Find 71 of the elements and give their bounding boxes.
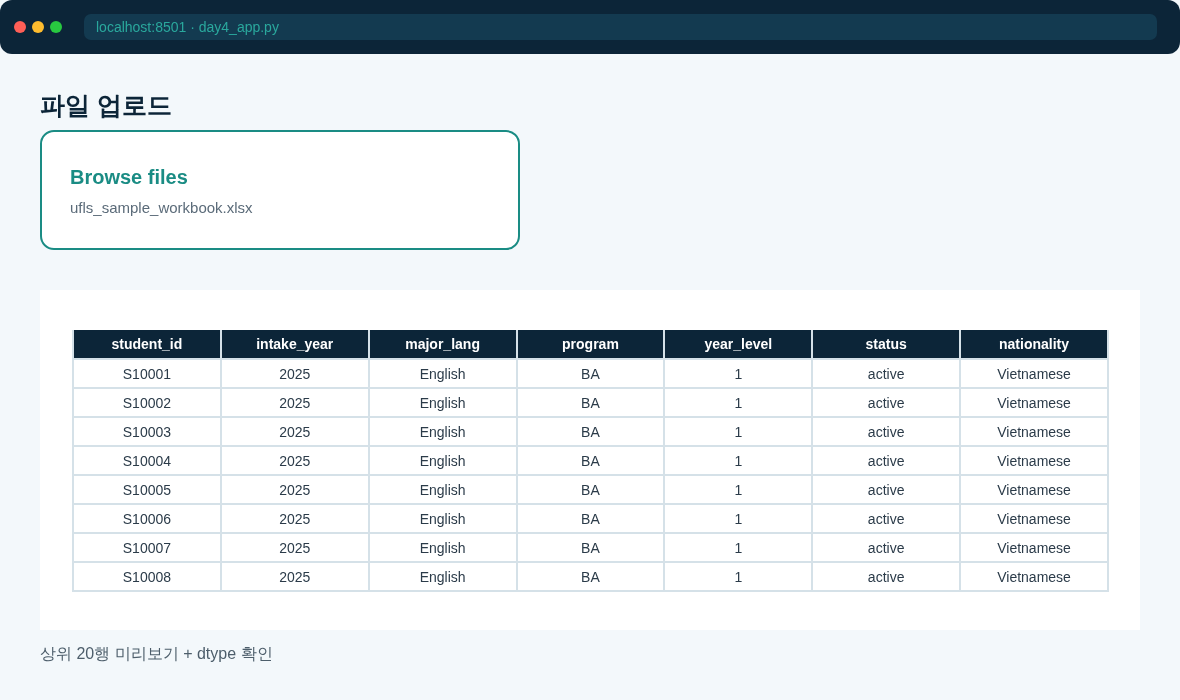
table-cell: BA [516, 359, 665, 388]
table-cell: Vietnamese [960, 446, 1108, 475]
table-cell: 2025 [220, 533, 369, 562]
table-header-cell: nationality [960, 330, 1108, 359]
table-cell: 2025 [220, 388, 369, 417]
browse-files-link[interactable]: Browse files [70, 163, 188, 191]
table-cell: BA [516, 446, 665, 475]
table-cell: English [368, 446, 517, 475]
table-cell: S10006 [73, 504, 221, 533]
table-cell: S10003 [73, 417, 221, 446]
table-header-cell: year_level [664, 330, 813, 359]
table-cell: English [368, 388, 517, 417]
table-cell: Vietnamese [960, 359, 1108, 388]
table-cell: Vietnamese [960, 562, 1108, 591]
table-cell: active [812, 504, 961, 533]
window-control-icon[interactable] [14, 21, 26, 33]
table-cell: BA [516, 504, 665, 533]
window-control-icon[interactable] [50, 21, 62, 33]
table-cell: Vietnamese [960, 417, 1108, 446]
table-cell: 2025 [220, 417, 369, 446]
table-cell: BA [516, 417, 665, 446]
table-cell: BA [516, 475, 665, 504]
table-cell: S10005 [73, 475, 221, 504]
caption-text: 상위 20행 미리보기 + dtype 확인 [40, 644, 274, 664]
table-cell: 2025 [220, 475, 369, 504]
table-cell: BA [516, 388, 665, 417]
table-cell: 1 [664, 475, 813, 504]
table-cell: S10001 [73, 359, 221, 388]
table-cell: active [812, 417, 961, 446]
file-name: ufls_sample_workbook.xlsx [70, 198, 253, 218]
table-cell: 2025 [220, 562, 369, 591]
table-cell: BA [516, 533, 665, 562]
table-cell: active [812, 446, 961, 475]
table-cell: 2025 [220, 446, 369, 475]
table-cell: S10008 [73, 562, 221, 591]
table-cell: English [368, 533, 517, 562]
table-header-cell: program [516, 330, 665, 359]
table-cell: 1 [664, 359, 813, 388]
page-title: 파일 업로드 [40, 90, 173, 121]
table-cell: English [368, 359, 517, 388]
table-cell: English [368, 504, 517, 533]
table-cell: active [812, 388, 961, 417]
table-cell: S10002 [73, 388, 221, 417]
table-cell: Vietnamese [960, 533, 1108, 562]
table-header-cell: student_id [73, 330, 221, 359]
table-cell: 1 [664, 446, 813, 475]
table-cell: active [812, 475, 961, 504]
table-cell: Vietnamese [960, 388, 1108, 417]
table-header-cell: intake_year [220, 330, 369, 359]
table-cell: S10004 [73, 446, 221, 475]
table-cell: Vietnamese [960, 504, 1108, 533]
table-cell: BA [516, 562, 665, 591]
table-cell: active [812, 562, 961, 591]
table-cell: Vietnamese [960, 475, 1108, 504]
window-control-icon[interactable] [32, 21, 44, 33]
table-cell: S10007 [73, 533, 221, 562]
table-cell: 2025 [220, 359, 369, 388]
table-cell: 1 [664, 562, 813, 591]
address-field[interactable]: localhost:8501 · day4_app.py [84, 14, 1157, 40]
table-cell: active [812, 533, 961, 562]
table-header-cell: status [812, 330, 961, 359]
table-cell: English [368, 417, 517, 446]
table-cell: English [368, 562, 517, 591]
table-cell: English [368, 475, 517, 504]
table-cell: 2025 [220, 504, 369, 533]
table-cell: active [812, 359, 961, 388]
table-header-cell: major_lang [368, 330, 517, 359]
table-cell: 1 [664, 504, 813, 533]
table-cell: 1 [664, 417, 813, 446]
table-cell: 1 [664, 533, 813, 562]
table-cell: 1 [664, 388, 813, 417]
